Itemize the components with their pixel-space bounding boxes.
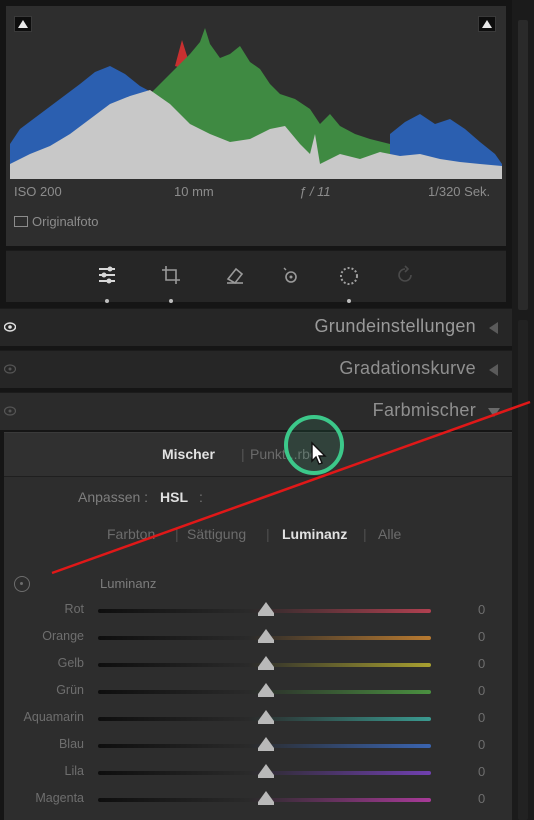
subtab-separator: | [266,526,270,542]
tab-mischer[interactable]: Mischer [162,446,215,462]
slider-label: Aquamarin [23,710,84,724]
slider-value[interactable]: 0 [478,683,485,698]
adjust-dropdown-caret[interactable]: : [199,489,203,505]
scrollbar-track[interactable] [518,320,528,820]
slider-thumb[interactable] [258,710,274,724]
histogram-panel: ISO 200 10 mm ƒ / 11 1/320 Sek. Original… [6,6,506,246]
slider-row: Orange 0 [0,625,512,651]
subtab-separator: | [363,526,367,542]
slider-row: Gelb 0 [0,652,512,678]
slider-row: Lila 0 [0,760,512,786]
collapse-arrow-icon[interactable] [489,364,498,376]
slider-label: Magenta [35,791,84,805]
target-adjust-icon[interactable] [14,576,30,592]
slider-row: Magenta 0 [0,787,512,813]
slider-label: Rot [64,602,84,616]
slider-label: Grün [56,683,84,697]
tool-dot [169,299,173,303]
scrollbar[interactable] [512,0,534,820]
tool-strip [6,250,506,303]
adjust-label: Anpassen : [78,489,149,505]
shadow-clipping-toggle[interactable] [14,16,32,32]
subtab-sattigung[interactable]: Sättigung [187,526,246,542]
slider-value[interactable]: 0 [478,764,485,779]
slider-value[interactable]: 0 [478,629,485,644]
slider-label: Orange [42,629,84,643]
slider-thumb[interactable] [258,602,274,616]
subtab-alle[interactable]: Alle [378,526,401,542]
slider-value[interactable]: 0 [478,656,485,671]
section-title: Gradationskurve [339,358,476,378]
aperture-value: ƒ / 11 [299,184,331,199]
original-photo-checkbox[interactable] [14,216,28,227]
section-farbmischer[interactable]: Farbmischer [0,392,512,430]
subtab-separator: | [175,526,179,542]
slider-value[interactable]: 0 [478,737,485,752]
focal-length-value: 10 mm [174,184,214,199]
mouse-pointer-icon [311,441,327,465]
highlight-clipping-toggle[interactable] [478,16,496,32]
mixer-tabs: Mischer | Punkt...rbe [4,433,512,477]
tool-dot [347,299,351,303]
original-photo-label: Originalfoto [32,214,99,229]
section-gradationskurve[interactable]: Gradationskurve [0,350,512,388]
redeye-icon[interactable] [278,263,304,289]
subtab-farbton[interactable]: Farbton [107,526,155,542]
hsl-subtabs: Farbton | Sättigung | Luminanz | Alle [0,526,512,546]
edit-sliders-icon[interactable] [94,263,120,303]
eraser-icon[interactable] [222,263,248,289]
slider-row: Aquamarin 0 [0,706,512,732]
expand-arrow-icon[interactable] [488,408,500,417]
develop-panel: ISO 200 10 mm ƒ / 11 1/320 Sek. Original… [0,0,534,820]
iso-value: ISO 200 [14,184,62,199]
original-photo-toggle[interactable]: Originalfoto [14,214,98,229]
slider-row: Rot 0 [0,598,512,624]
scrollbar-thumb[interactable] [518,20,528,310]
mask-icon[interactable] [336,263,362,303]
slider-thumb[interactable] [258,764,274,778]
slider-value[interactable]: 0 [478,710,485,725]
active-tool-indicator [105,299,109,303]
tab-separator: | [241,446,245,462]
collapse-arrow-icon[interactable] [489,322,498,334]
slider-thumb[interactable] [258,683,274,697]
eye-icon[interactable] [4,322,16,332]
slider-group-label: Luminanz [100,576,157,591]
slider-label: Gelb [57,656,84,670]
adjust-dropdown[interactable]: HSL [160,489,188,505]
slider-thumb[interactable] [258,629,274,643]
slider-row: Blau 0 [0,733,512,759]
slider-thumb[interactable] [258,791,274,805]
eye-icon[interactable] [4,406,16,416]
slider-row: Grün 0 [0,679,512,705]
shutter-speed-value: 1/320 Sek. [428,184,491,199]
slider-label: Lila [64,764,84,778]
histogram-graph [10,14,502,179]
section-title: Grundeinstellungen [314,316,476,336]
section-grundeinstellungen[interactable]: Grundeinstellungen [0,308,512,346]
slider-value[interactable]: 0 [478,791,485,806]
preset-icon[interactable] [392,263,418,289]
slider-value[interactable]: 0 [478,602,485,617]
slider-thumb[interactable] [258,656,274,670]
slider-thumb[interactable] [258,737,274,751]
crop-icon[interactable] [158,263,184,303]
section-title: Farbmischer [372,400,476,420]
subtab-luminanz[interactable]: Luminanz [282,526,347,542]
eye-icon[interactable] [4,364,16,374]
slider-label: Blau [58,737,84,751]
